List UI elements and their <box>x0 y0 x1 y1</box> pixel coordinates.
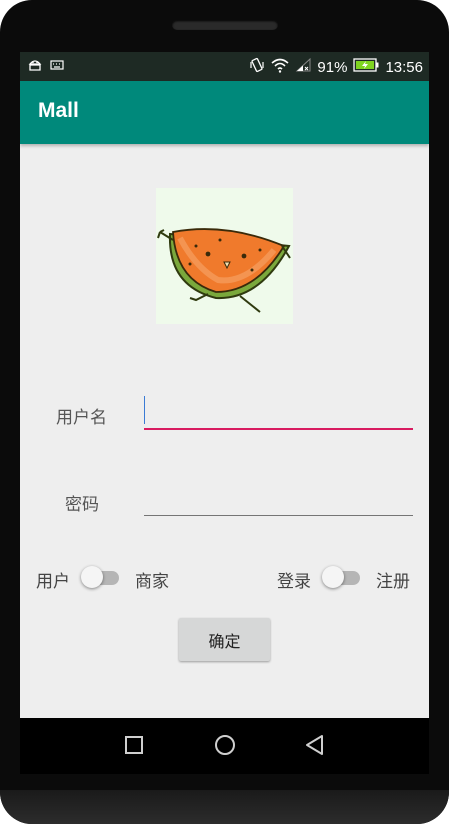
mode-register-label: 注册 <box>376 572 410 592</box>
android-debug-icon <box>28 58 42 76</box>
confirm-button[interactable]: 确定 <box>179 618 270 661</box>
screen: 91% 13:56 Mall 用户名 密码 用户 商家 登录 注册 确定 <box>20 52 429 718</box>
battery-charging-icon <box>353 58 379 76</box>
role-switch[interactable] <box>81 566 121 588</box>
username-label: 用户名 <box>56 408 107 428</box>
mode-switch[interactable] <box>322 566 362 588</box>
mode-login-label: 登录 <box>277 572 311 592</box>
vibrate-icon <box>249 57 265 77</box>
role-switch-thumb <box>81 566 103 588</box>
mode-switch-thumb <box>322 566 344 588</box>
phone-frame: 91% 13:56 Mall 用户名 密码 用户 商家 登录 注册 确定 <box>0 0 449 824</box>
password-underline <box>144 515 413 516</box>
app-title: Mall <box>38 99 79 122</box>
role-merchant-label: 商家 <box>135 572 169 592</box>
password-label: 密码 <box>65 495 99 515</box>
username-underline <box>144 428 413 430</box>
role-user-label: 用户 <box>36 572 70 592</box>
keyboard-icon <box>50 59 64 75</box>
back-icon[interactable] <box>304 734 326 760</box>
home-icon[interactable] <box>213 734 237 760</box>
navigation-bar <box>20 718 429 774</box>
phone-bottom-edge <box>0 790 449 824</box>
signal-icon <box>295 57 311 76</box>
battery-percent: 91% <box>317 58 348 76</box>
wifi-icon <box>271 58 289 77</box>
earpiece-speaker <box>172 20 278 30</box>
username-input[interactable] <box>144 392 413 432</box>
status-bar: 91% 13:56 <box>20 52 429 81</box>
app-bar: Mall <box>20 81 429 144</box>
status-time: 13:56 <box>385 58 423 76</box>
text-cursor <box>144 396 145 424</box>
password-input[interactable] <box>144 480 413 520</box>
recents-icon[interactable] <box>124 734 144 760</box>
watermelon-logo-image <box>156 188 293 324</box>
